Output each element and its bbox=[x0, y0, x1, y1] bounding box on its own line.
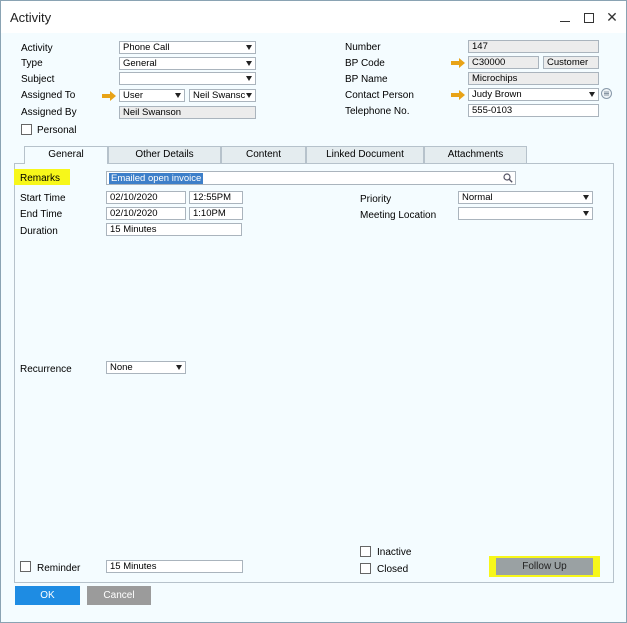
tab-attachments[interactable]: Attachments bbox=[424, 146, 527, 163]
tab-other-details[interactable]: Other Details bbox=[108, 146, 221, 163]
window-title: Activity bbox=[10, 10, 52, 25]
contact-person-select[interactable]: Judy Brown bbox=[468, 88, 599, 101]
activity-label: Activity bbox=[21, 43, 53, 54]
close-icon[interactable]: ✕ bbox=[601, 7, 623, 27]
remarks-field[interactable]: Emailed open invoice bbox=[106, 171, 516, 185]
bp-code-field: C30000 bbox=[468, 56, 539, 69]
cancel-button[interactable]: Cancel bbox=[87, 586, 151, 605]
tab-panel-general bbox=[14, 163, 614, 583]
recurrence-select[interactable]: None bbox=[106, 361, 186, 374]
bp-code-label: BP Code bbox=[345, 58, 385, 69]
inactive-label: Inactive bbox=[377, 547, 412, 558]
link-arrow-icon[interactable] bbox=[102, 91, 116, 101]
bp-type-field: Customer bbox=[543, 56, 599, 69]
end-time-field[interactable]: 1:10PM bbox=[189, 207, 243, 220]
number-field: 147 bbox=[468, 40, 599, 53]
type-label: Type bbox=[21, 58, 43, 69]
tab-general[interactable]: General bbox=[24, 146, 108, 164]
assigned-by-label: Assigned By bbox=[21, 107, 77, 118]
maximize-icon[interactable] bbox=[578, 7, 600, 27]
activity-select[interactable]: Phone Call bbox=[119, 41, 256, 54]
start-date-field[interactable]: 02/10/2020 bbox=[106, 191, 186, 204]
personal-label: Personal bbox=[37, 125, 77, 136]
duration-field[interactable]: 15 Minutes bbox=[106, 223, 242, 236]
start-time-field[interactable]: 12:55PM bbox=[189, 191, 243, 204]
end-date-field[interactable]: 02/10/2020 bbox=[106, 207, 186, 220]
follow-up-button[interactable]: Follow Up bbox=[496, 558, 593, 575]
remarks-label: Remarks bbox=[20, 173, 61, 184]
closed-label: Closed bbox=[377, 564, 409, 575]
meeting-location-select[interactable] bbox=[458, 207, 593, 220]
assigned-by-field: Neil Swanson bbox=[119, 106, 256, 119]
priority-select[interactable]: Normal bbox=[458, 191, 593, 204]
bp-name-field: Microchips bbox=[468, 72, 599, 85]
priority-label: Priority bbox=[360, 194, 392, 205]
assigned-to-type-select[interactable]: User bbox=[119, 89, 185, 102]
type-select[interactable]: General bbox=[119, 57, 256, 70]
reminder-field[interactable]: 15 Minutes bbox=[106, 560, 243, 573]
zoom-icon[interactable] bbox=[503, 173, 513, 183]
remarks-value: Emailed open invoice bbox=[109, 173, 204, 184]
contact-details-icon[interactable] bbox=[601, 88, 612, 99]
recurrence-label: Recurrence bbox=[20, 364, 72, 375]
end-time-label: End Time bbox=[20, 209, 63, 220]
inactive-checkbox[interactable] bbox=[360, 546, 371, 557]
subject-label: Subject bbox=[21, 74, 55, 85]
assigned-to-user-select[interactable]: Neil Swansc bbox=[189, 89, 256, 102]
bp-code-link-arrow-icon[interactable] bbox=[451, 58, 465, 68]
title-bar: Activity ✕ bbox=[1, 1, 626, 33]
meeting-location-label: Meeting Location bbox=[360, 210, 437, 221]
ok-button[interactable]: OK bbox=[15, 586, 80, 605]
contact-link-arrow-icon[interactable] bbox=[451, 90, 465, 100]
tab-linked-document[interactable]: Linked Document bbox=[306, 146, 424, 163]
contact-person-label: Contact Person bbox=[345, 90, 414, 101]
activity-window: Activity ✕ Activity Phone Call Type Gene… bbox=[0, 0, 627, 623]
number-label: Number bbox=[345, 42, 381, 53]
closed-checkbox[interactable] bbox=[360, 563, 371, 574]
assigned-to-label: Assigned To bbox=[21, 90, 76, 101]
minimize-icon[interactable] bbox=[554, 7, 576, 27]
telephone-field[interactable]: 555-0103 bbox=[468, 104, 599, 117]
reminder-label: Reminder bbox=[37, 563, 81, 574]
telephone-label: Telephone No. bbox=[345, 106, 410, 117]
personal-checkbox[interactable] bbox=[21, 124, 32, 135]
subject-select[interactable] bbox=[119, 72, 256, 85]
reminder-checkbox[interactable] bbox=[20, 561, 31, 572]
duration-label: Duration bbox=[20, 226, 58, 237]
start-time-label: Start Time bbox=[20, 193, 66, 204]
bp-name-label: BP Name bbox=[345, 74, 388, 85]
tab-content[interactable]: Content bbox=[221, 146, 306, 163]
